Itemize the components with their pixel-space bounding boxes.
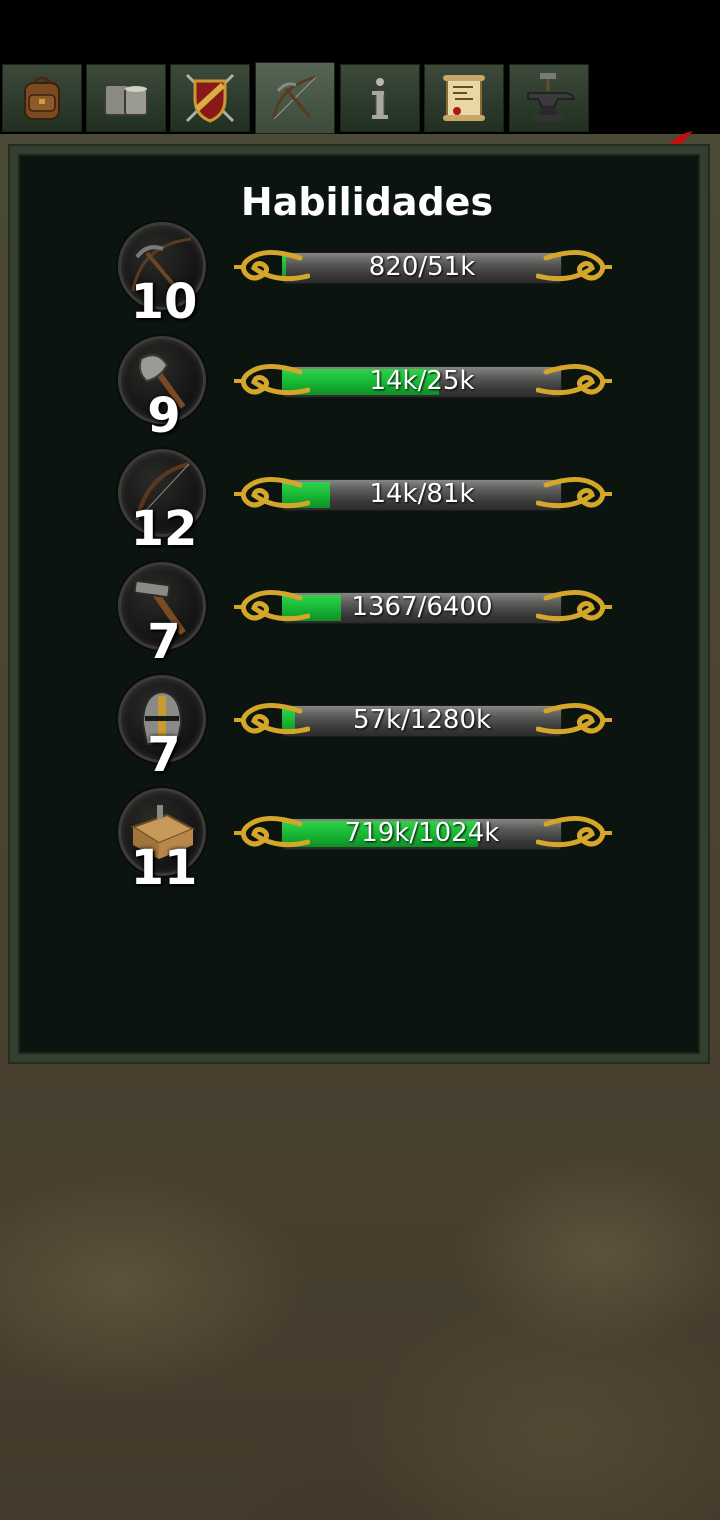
tab-guild[interactable] bbox=[170, 64, 250, 132]
tab-crafting[interactable] bbox=[509, 64, 589, 132]
tab-skills[interactable] bbox=[255, 62, 335, 134]
tab-tavern[interactable] bbox=[86, 64, 166, 132]
progress-text: 14k/81k bbox=[369, 479, 475, 509]
progress-text: 14k/25k bbox=[369, 366, 475, 396]
info-icon bbox=[372, 78, 388, 119]
scroll-map-icon bbox=[443, 75, 485, 121]
skill-level: 7 bbox=[147, 727, 181, 783]
progress-text: 719k/1024k bbox=[344, 818, 500, 848]
skills-tools-icon bbox=[272, 75, 317, 120]
top-black-bar bbox=[0, 0, 720, 62]
skill-progress-bar: 57k/1280k bbox=[230, 697, 616, 743]
skills-panel: Habilidades 10 820/51k 9 14k/25k 12 14k/… bbox=[10, 146, 708, 1062]
skill-row[interactable]: 10 820/51k bbox=[18, 222, 716, 332]
progress-text: 57k/1280k bbox=[352, 705, 492, 735]
skill-row[interactable]: 7 57k/1280k bbox=[18, 675, 716, 785]
skill-level: 11 bbox=[130, 840, 198, 896]
tab-quests[interactable] bbox=[424, 64, 504, 132]
skill-level: 9 bbox=[147, 388, 181, 444]
anvil-icon bbox=[527, 73, 576, 121]
skill-level: 10 bbox=[130, 274, 198, 330]
tab-backpack[interactable] bbox=[2, 64, 82, 132]
tab-bar bbox=[0, 62, 720, 181]
progress-text: 1367/6400 bbox=[351, 592, 493, 622]
progress-text: 820/51k bbox=[368, 252, 476, 282]
tab-info[interactable] bbox=[340, 64, 420, 132]
panel-title: Habilidades bbox=[240, 180, 494, 224]
skill-level: 12 bbox=[130, 501, 198, 557]
skill-progress-bar: 820/51k bbox=[230, 244, 616, 290]
skill-row[interactable]: 7 1367/6400 bbox=[18, 562, 716, 672]
skill-progress-bar: 1367/6400 bbox=[230, 584, 616, 630]
skill-row[interactable]: 12 14k/81k bbox=[18, 449, 716, 559]
shield-swords-icon bbox=[185, 73, 235, 123]
skill-progress-bar: 14k/25k bbox=[230, 358, 616, 404]
skill-row[interactable]: 9 14k/25k bbox=[18, 336, 716, 446]
skill-progress-bar: 14k/81k bbox=[230, 471, 616, 517]
skill-row[interactable]: 11 719k/1024k bbox=[18, 788, 716, 898]
backpack-icon bbox=[24, 76, 60, 120]
skill-level: 7 bbox=[147, 614, 181, 670]
tankard-icon bbox=[104, 84, 148, 116]
skill-progress-bar: 719k/1024k bbox=[230, 810, 616, 856]
